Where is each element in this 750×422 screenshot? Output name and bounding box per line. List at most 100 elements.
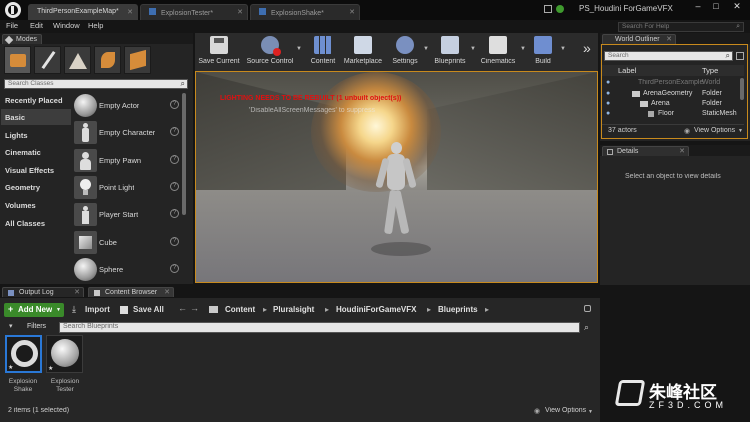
close-icon[interactable]: ✕ — [127, 8, 133, 16]
content-view-options[interactable]: View Options — [545, 407, 586, 414]
close-icon[interactable]: ✕ — [237, 8, 243, 16]
category-lights[interactable]: Lights — [5, 131, 28, 140]
tab-modes[interactable]: Modes — [2, 34, 42, 45]
help-icon[interactable]: ? — [170, 100, 179, 109]
help-search-input[interactable]: Search For Help ⌕ — [618, 22, 744, 32]
favorite-star-icon[interactable]: ★ — [8, 364, 13, 371]
tab-details[interactable]: Details ✕ — [602, 146, 689, 156]
category-recently-placed[interactable]: Recently Placed — [5, 96, 63, 105]
breadcrumb-blueprints[interactable]: Blueprints — [438, 305, 478, 314]
import-button[interactable]: ⤓ Import — [70, 303, 114, 317]
menu-help[interactable]: Help — [88, 21, 103, 30]
menu-file[interactable]: File — [6, 21, 18, 30]
column-type[interactable]: Type — [702, 66, 718, 75]
help-icon[interactable]: ? — [170, 155, 179, 164]
source-control-status-icon[interactable] — [556, 5, 564, 13]
tab-output-log[interactable]: Output Log ✕ — [2, 287, 84, 297]
close-icon[interactable]: ✕ — [666, 35, 672, 44]
unreal-logo-icon[interactable] — [5, 2, 21, 18]
chevron-down-icon[interactable]: ▼ — [470, 46, 476, 52]
place-item-sphere[interactable]: Sphere ? — [72, 257, 185, 283]
minimize-button[interactable]: – — [690, 1, 706, 15]
outliner-scrollbar[interactable] — [740, 78, 744, 100]
close-icon[interactable]: ✕ — [349, 8, 355, 16]
nav-back-button[interactable]: ← — [178, 303, 187, 313]
close-icon[interactable]: ✕ — [679, 147, 685, 156]
help-icon[interactable]: ? — [170, 237, 179, 246]
marketplace-button[interactable]: Marketplace — [342, 34, 384, 70]
paint-mode-button[interactable] — [34, 46, 61, 74]
build-button[interactable]: Build — [528, 34, 558, 70]
close-icon[interactable]: ✕ — [74, 288, 80, 297]
chevron-down-icon[interactable]: ▼ — [423, 46, 429, 52]
geometry-mode-button[interactable] — [124, 46, 151, 74]
toolbar-overflow-button[interactable]: » — [583, 40, 591, 56]
outliner-view-options[interactable]: View Options — [694, 127, 735, 134]
place-item-player-start[interactable]: Player Start ? — [72, 202, 185, 228]
cinematics-button[interactable]: Cinematics — [477, 34, 519, 70]
tab-content-browser[interactable]: Content Browser ✕ — [88, 287, 174, 297]
asset-tile-explosion-tester[interactable]: ★ — [46, 335, 83, 373]
category-geometry[interactable]: Geometry — [5, 183, 40, 192]
outliner-row[interactable]: ● ThirdPersonExampleMap World — [602, 79, 742, 89]
place-item-point-light[interactable]: Point Light ? — [72, 175, 185, 201]
save-current-button[interactable]: Save Current — [197, 34, 241, 70]
search-classes-input[interactable]: Search Classes ⌕ — [4, 79, 188, 89]
help-icon[interactable]: ? — [170, 264, 179, 273]
foliage-mode-button[interactable] — [94, 46, 121, 74]
category-cinematic[interactable]: Cinematic — [5, 148, 41, 157]
visibility-eye-icon[interactable]: ● — [606, 110, 610, 117]
outliner-row[interactable]: ● Floor StaticMesh — [602, 110, 742, 120]
chevron-down-icon[interactable]: ▼ — [520, 46, 526, 52]
tab-blueprint-shake[interactable]: ExplosionShake* ✕ — [250, 4, 360, 20]
settings-button[interactable]: Settings — [387, 34, 423, 70]
tab-level[interactable]: ThirdPersonExampleMap* ✕ — [28, 4, 138, 20]
close-icon[interactable]: ✕ — [164, 288, 170, 297]
add-new-button[interactable]: + Add New ▼ — [4, 303, 64, 317]
help-icon[interactable]: ? — [170, 209, 179, 218]
visibility-eye-icon[interactable]: ● — [606, 90, 610, 97]
tab-world-outliner[interactable]: World Outliner ✕ — [602, 34, 676, 44]
place-item-empty-actor[interactable]: Empty Actor ? — [72, 93, 185, 119]
save-all-button[interactable]: Save All — [118, 303, 170, 317]
outliner-filter-icon[interactable] — [736, 52, 744, 60]
search-icon[interactable]: ⌕ — [584, 322, 589, 333]
lock-icon[interactable] — [584, 305, 591, 312]
favorite-star-icon[interactable]: ★ — [48, 365, 53, 372]
tab-blueprint-tester[interactable]: ExplosionTester* ✕ — [140, 4, 248, 20]
source-control-button[interactable]: Source Control — [244, 34, 296, 70]
outliner-row[interactable]: ● ArenaGeometry Folder — [602, 90, 742, 100]
chevron-down-icon[interactable]: ▼ — [738, 128, 743, 134]
category-basic[interactable]: Basic — [5, 113, 25, 122]
category-visual-effects[interactable]: Visual Effects — [5, 166, 54, 175]
chevron-down-icon[interactable]: ▼ — [560, 46, 566, 52]
breadcrumb-content[interactable]: Content — [225, 305, 255, 314]
level-viewport[interactable]: LIGHTING NEEDS TO BE REBUILT (1 unbuilt … — [196, 72, 597, 282]
landscape-mode-button[interactable] — [64, 46, 91, 74]
breadcrumb-houdini[interactable]: HoudiniForGameVFX — [336, 305, 416, 314]
maximize-button[interactable]: □ — [708, 1, 724, 15]
asset-search-input[interactable]: Search Blueprints — [59, 322, 580, 333]
close-window-button[interactable]: ✕ — [728, 1, 746, 15]
visibility-eye-icon[interactable]: ● — [606, 100, 610, 107]
chevron-down-icon[interactable]: ▼ — [588, 409, 593, 415]
category-all-classes[interactable]: All Classes — [5, 219, 45, 228]
visibility-eye-icon[interactable]: ● — [606, 79, 610, 86]
place-item-empty-pawn[interactable]: Empty Pawn ? — [72, 148, 185, 174]
nav-forward-button[interactable]: → — [190, 303, 199, 313]
menu-window[interactable]: Window — [53, 21, 80, 30]
content-button[interactable]: Content — [305, 34, 341, 70]
category-volumes[interactable]: Volumes — [5, 201, 36, 210]
asset-tile-explosion-shake[interactable]: ★ — [5, 335, 42, 373]
help-icon[interactable]: ? — [170, 127, 179, 136]
chevron-down-icon[interactable]: ▼ — [296, 46, 302, 52]
column-label[interactable]: Label — [618, 66, 636, 75]
notification-icon[interactable] — [544, 5, 552, 13]
breadcrumb-pluralsight[interactable]: Pluralsight — [273, 305, 314, 314]
place-mode-button[interactable] — [4, 46, 31, 74]
place-item-cube[interactable]: Cube ? — [72, 230, 185, 256]
help-icon[interactable]: ? — [170, 182, 179, 191]
outliner-row[interactable]: ● Arena Folder — [602, 100, 742, 110]
filters-button[interactable]: ▾ Filters — [5, 322, 57, 333]
place-item-empty-character[interactable]: Empty Character ? — [72, 120, 185, 146]
